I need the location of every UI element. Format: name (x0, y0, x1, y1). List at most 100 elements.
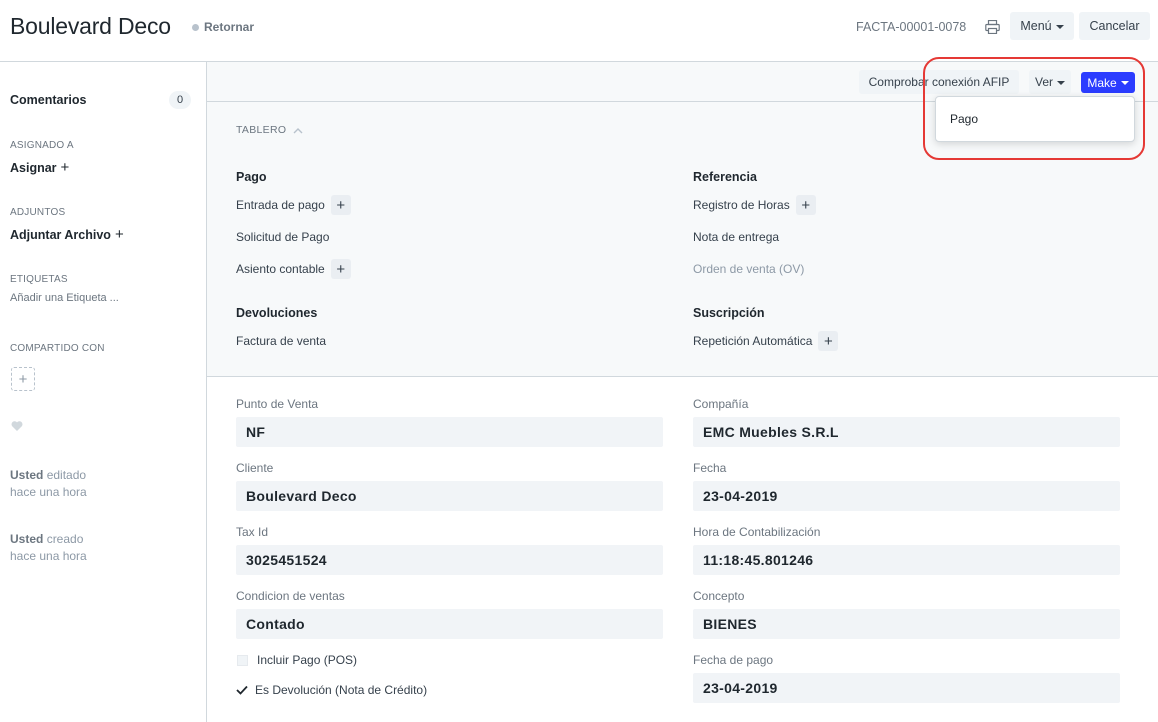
link-label: Orden de venta (OV) (693, 262, 805, 276)
fecha-pago-label: Fecha de pago (693, 653, 774, 667)
menu-button-label: Menú (1020, 19, 1052, 33)
link-label: Asiento contable (236, 262, 325, 276)
caret-down-icon (1120, 81, 1129, 85)
assigned-heading: ASIGNADO A (10, 140, 74, 151)
timeline-time: hace una hora (10, 549, 87, 563)
link-repeticion-automatica[interactable]: Repetición Automática + (693, 331, 839, 351)
page-header: Boulevard Deco Retornar FACTA-00001-0078… (0, 0, 1158, 62)
page-title: Boulevard Deco (10, 13, 171, 39)
checkbox-empty-icon[interactable] (237, 654, 248, 666)
dashboard-section: TABLERO Pago Entrada de pago + Solicitud… (207, 102, 1158, 377)
concepto-label: Concepto (693, 589, 745, 603)
caret-down-icon (1057, 80, 1065, 85)
fecha-field[interactable]: 23-04-2019 (693, 481, 1120, 511)
es-devolucion-label: Es Devolución (Nota de Crédito) (255, 683, 428, 697)
check-afip-label: Comprobar conexión AFIP (868, 75, 1010, 89)
fecha-pago-field[interactable]: 23-04-2019 (693, 673, 1120, 703)
concepto-field[interactable]: BIENES (693, 609, 1120, 639)
make-label: Make (1087, 75, 1117, 90)
add-plus-icon[interactable]: + (795, 195, 816, 215)
incluir-pago-label: Incluir Pago (POS) (257, 653, 358, 667)
group-title-referencia: Referencia (693, 170, 757, 184)
group-title-pago: Pago (236, 170, 267, 184)
heart-icon[interactable] (11, 420, 23, 432)
condicion-field[interactable]: Contado (236, 609, 663, 639)
tax-id-label: Tax Id (236, 525, 269, 539)
add-plus-icon[interactable]: + (818, 331, 839, 351)
timeline-time: hace una hora (10, 485, 87, 499)
hora-label: Hora de Contabilización (693, 525, 821, 539)
link-solicitud-de-pago[interactable]: Solicitud de Pago (236, 230, 329, 244)
dashboard-heading[interactable]: TABLERO (236, 124, 303, 136)
add-tag-input[interactable]: Añadir una Etiqueta ... (10, 292, 119, 304)
dashboard-heading-label: TABLERO (236, 124, 287, 136)
plus-icon: + (60, 159, 70, 176)
cancel-button-label: Cancelar (1089, 19, 1140, 33)
timeline-user: Usted (10, 468, 44, 482)
link-label: Factura de venta (236, 334, 327, 348)
chevron-up-icon (293, 127, 303, 133)
timeline-item: Usted creado hace una hora (10, 531, 87, 565)
incluir-pago-checkbox[interactable]: Incluir Pago (POS) (237, 653, 357, 667)
check-afip-button[interactable]: Comprobar conexión AFIP (859, 70, 1019, 94)
add-plus-icon[interactable]: + (330, 195, 351, 215)
link-label: Solicitud de Pago (236, 230, 330, 244)
cliente-field[interactable]: Boulevard Deco (236, 481, 663, 511)
tax-id-field[interactable]: 3025451524 (236, 545, 663, 575)
assign-label: Asignar (10, 161, 57, 175)
link-label: Registro de Horas (693, 198, 790, 212)
timeline-item: Usted editado hace una hora (10, 467, 87, 501)
cliente-label: Cliente (236, 461, 274, 475)
punto-venta-field[interactable]: NF (236, 417, 663, 447)
status-indicator: Retornar (192, 20, 254, 34)
group-title-devoluciones: Devoluciones (236, 306, 318, 320)
view-label: Ver (1034, 75, 1053, 89)
comments-count-badge: 0 (169, 91, 191, 109)
make-button[interactable]: Make (1081, 72, 1135, 93)
status-label: Retornar (204, 20, 255, 34)
add-share-button[interactable]: + (11, 367, 35, 391)
sidebar: Comentarios 0 ASIGNADO A Asignar + ADJUNT… (0, 62, 207, 722)
view-button[interactable]: Ver (1029, 70, 1071, 94)
hora-field[interactable]: 11:18:45.801246 (693, 545, 1120, 575)
status-dot-icon (192, 23, 199, 31)
link-label: Entrada de pago (236, 198, 325, 212)
attach-file-button[interactable]: Adjuntar Archivo + (10, 226, 124, 243)
condicion-label: Condicion de ventas (236, 589, 345, 603)
link-orden-de-venta[interactable]: Orden de venta (OV) (693, 262, 804, 276)
plus-icon: + (18, 370, 28, 388)
compania-field[interactable]: EMC Muebles S.R.L (693, 417, 1120, 447)
link-label: Nota de entrega (693, 230, 780, 244)
group-title-suscripcion: Suscripción (693, 306, 765, 320)
checkmark-icon[interactable] (236, 685, 248, 695)
tags-heading: ETIQUETAS (10, 274, 68, 285)
timeline-action: creado (46, 532, 84, 546)
document-name: FACTA-00001-0078 (856, 20, 967, 34)
attach-label: Adjuntar Archivo (10, 228, 111, 242)
link-label: Repetición Automática (693, 334, 813, 348)
attachments-heading: ADJUNTOS (10, 207, 66, 218)
plus-icon: + (114, 226, 124, 243)
es-devolucion-checkbox[interactable]: Es Devolución (Nota de Crédito) (236, 683, 427, 697)
printer-icon[interactable] (985, 20, 1000, 34)
menu-button[interactable]: Menú (1010, 12, 1074, 40)
link-entrada-de-pago[interactable]: Entrada de pago + (236, 195, 351, 215)
link-factura-de-venta[interactable]: Factura de venta (236, 334, 326, 348)
main-content: Comprobar conexión AFIP Ver Make TABLERO… (207, 62, 1158, 722)
fecha-label: Fecha (693, 461, 727, 475)
timeline-action: editado (46, 468, 87, 482)
comments-label[interactable]: Comentarios (10, 93, 86, 107)
make-dropdown-menu: Pago (935, 96, 1135, 142)
add-plus-icon[interactable]: + (330, 259, 351, 279)
cancel-button[interactable]: Cancelar (1079, 12, 1150, 40)
timeline-user: Usted (10, 532, 44, 546)
make-menu-item-pago[interactable]: Pago (950, 112, 978, 126)
compania-label: Compañía (693, 397, 749, 411)
punto-venta-label: Punto de Venta (236, 397, 319, 411)
caret-down-icon (1055, 24, 1064, 29)
link-asiento-contable[interactable]: Asiento contable + (236, 259, 351, 279)
link-nota-de-entrega[interactable]: Nota de entrega (693, 230, 779, 244)
shared-heading: COMPARTIDO CON (10, 343, 105, 354)
link-registro-de-horas[interactable]: Registro de Horas + (693, 195, 816, 215)
assign-button[interactable]: Asignar + (10, 159, 69, 176)
